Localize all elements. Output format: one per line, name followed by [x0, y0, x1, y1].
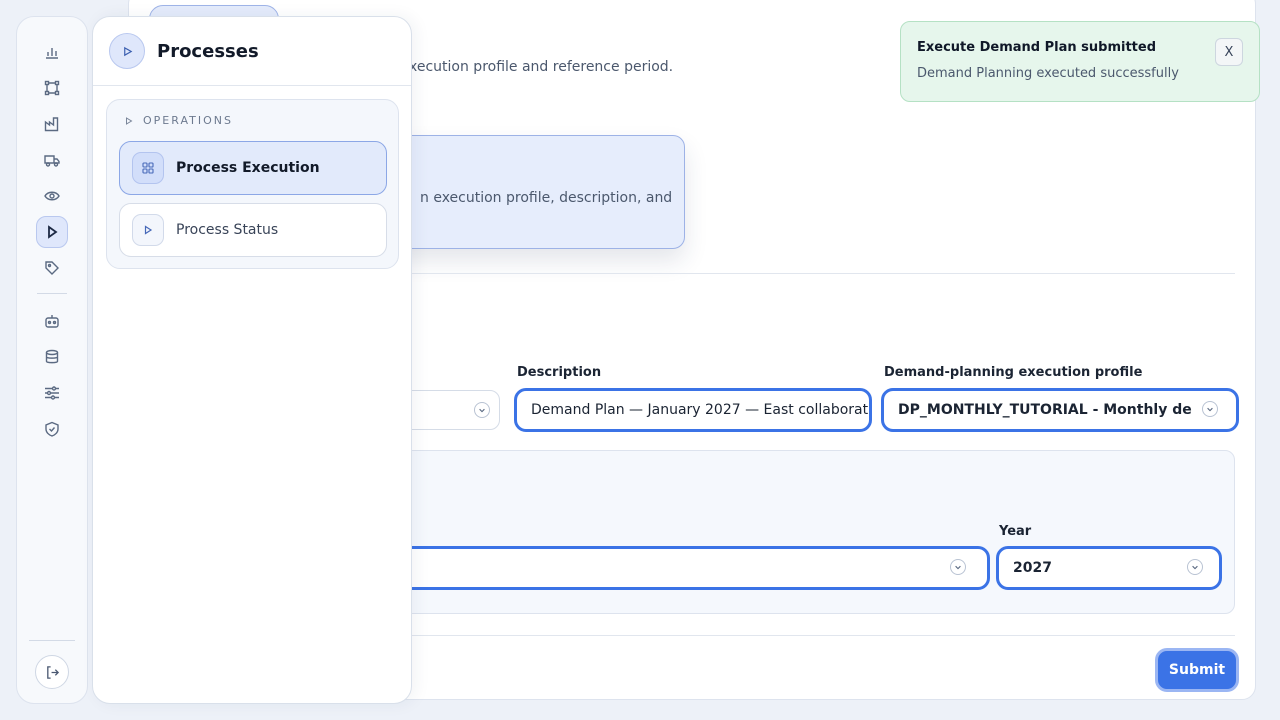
tag-icon[interactable] — [36, 252, 68, 284]
bot-icon[interactable] — [36, 305, 68, 337]
year-select[interactable]: 2027 — [996, 546, 1222, 590]
chevron-down-icon — [1202, 401, 1218, 417]
rail-divider — [29, 640, 75, 641]
bar-chart-icon[interactable] — [36, 36, 68, 68]
success-toast: Execute Demand Plan submitted Demand Pla… — [900, 21, 1260, 102]
operations-group: OPERATIONS Process Execution Process Sta… — [106, 99, 399, 269]
nav-item-process-execution[interactable]: Process Execution — [119, 141, 387, 195]
description-label: Description — [517, 365, 602, 380]
divider — [93, 85, 411, 86]
year-label: Year — [999, 524, 1032, 539]
rail-divider — [37, 293, 67, 294]
grid-icon — [132, 152, 164, 184]
play-icon — [132, 214, 164, 246]
workflow-icon[interactable] — [36, 72, 68, 104]
factory-icon[interactable] — [36, 108, 68, 140]
page-subtitle: xecution profile and reference period. — [409, 59, 674, 75]
caret-right-icon — [126, 116, 133, 125]
toast-close-button[interactable]: X — [1215, 38, 1243, 66]
processes-flyout: Processes OPERATIONS Process Execution P… — [92, 16, 412, 704]
nav-item-label: Process Execution — [176, 160, 320, 176]
eye-icon[interactable] — [36, 180, 68, 212]
nav-item-process-status[interactable]: Process Status — [119, 203, 387, 257]
toast-message: Demand Planning executed successfully — [917, 66, 1179, 81]
chevron-down-icon — [950, 559, 966, 575]
chevron-down-icon — [474, 402, 490, 418]
profile-select[interactable]: DP_MONTHLY_TUTORIAL - Monthly demand p — [881, 388, 1239, 432]
toast-title: Execute Demand Plan submitted — [917, 40, 1157, 55]
shield-check-icon[interactable] — [36, 413, 68, 445]
logout-icon[interactable] — [35, 655, 69, 689]
sliders-icon[interactable] — [36, 377, 68, 409]
info-card-text: n execution profile, description, and — [420, 190, 673, 206]
description-input[interactable]: Demand Plan — January 2027 — East collab… — [514, 388, 872, 432]
profile-label: Demand-planning execution profile — [884, 365, 1143, 380]
group-header[interactable]: OPERATIONS — [125, 114, 233, 127]
database-icon[interactable] — [36, 341, 68, 373]
chevron-down-icon — [1187, 559, 1203, 575]
nav-item-label: Process Status — [176, 222, 279, 238]
icon-rail — [16, 16, 88, 704]
group-label: OPERATIONS — [143, 114, 233, 127]
month-select[interactable] — [380, 546, 990, 590]
flyout-title: Processes — [157, 41, 259, 62]
play-icon — [109, 33, 145, 69]
year-value: 2027 — [1013, 560, 1052, 576]
play-icon[interactable] — [36, 216, 68, 248]
profile-value: DP_MONTHLY_TUTORIAL - Monthly demand p — [898, 402, 1192, 418]
submit-button[interactable]: Submit — [1155, 648, 1239, 692]
truck-icon[interactable] — [36, 144, 68, 176]
